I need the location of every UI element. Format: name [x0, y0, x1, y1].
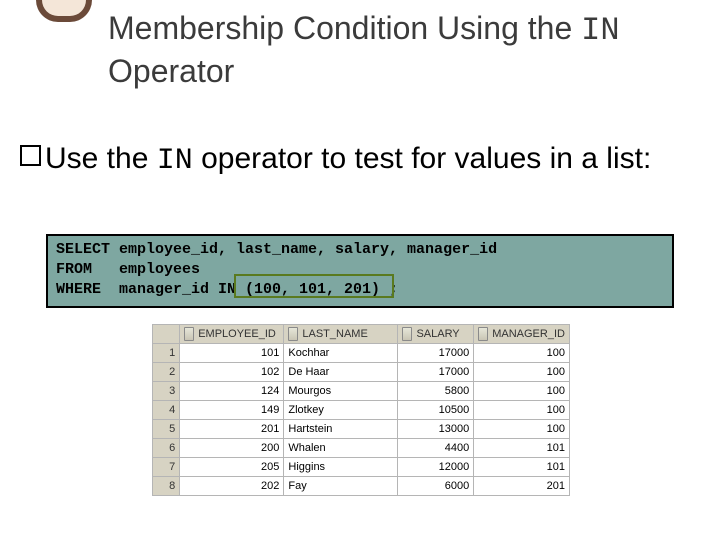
- col-manager-id-label: MANAGER_ID: [492, 328, 565, 340]
- cell-mgr: 101: [474, 439, 570, 458]
- cell-sal: 17000: [398, 344, 474, 363]
- column-grip-icon: [478, 327, 488, 341]
- cell-emp: 101: [180, 344, 284, 363]
- title-code: IN: [581, 12, 619, 49]
- column-grip-icon: [288, 327, 298, 341]
- table-row: 2102De Haar17000100: [153, 363, 570, 382]
- cell-emp: 124: [180, 382, 284, 401]
- cell-mgr: 100: [474, 363, 570, 382]
- col-salary-label: SALARY: [416, 328, 459, 340]
- sql-line-1: SELECT employee_id, last_name, salary, m…: [56, 241, 497, 258]
- cell-last: De Haar: [284, 363, 398, 382]
- table-row: 1101Kochhar17000100: [153, 344, 570, 363]
- cell-rownum: 3: [153, 382, 180, 401]
- sql-line-2: FROM employees: [56, 261, 200, 278]
- table-header-row: EMPLOYEE_ID LAST_NAME SALARY MANAGER_ID: [153, 325, 570, 344]
- cell-rownum: 2: [153, 363, 180, 382]
- cell-rownum: 4: [153, 401, 180, 420]
- bullet-line: Use the IN operator to test for values i…: [20, 140, 700, 180]
- cell-sal: 6000: [398, 477, 474, 496]
- cell-emp: 201: [180, 420, 284, 439]
- table-row: 3124Mourgos5800100: [153, 382, 570, 401]
- bullet-box-icon: [20, 145, 41, 166]
- cell-emp: 200: [180, 439, 284, 458]
- results-body: 1101Kochhar17000100 2102De Haar17000100 …: [153, 344, 570, 496]
- cell-sal: 17000: [398, 363, 474, 382]
- bullet-post: operator to test for values in a list:: [193, 142, 652, 175]
- cell-emp: 149: [180, 401, 284, 420]
- cell-last: Zlotkey: [284, 401, 398, 420]
- col-employee-id-label: EMPLOYEE_ID: [198, 328, 276, 340]
- table-row: 4149Zlotkey10500100: [153, 401, 570, 420]
- cell-sal: 13000: [398, 420, 474, 439]
- bullet-code: IN: [157, 144, 193, 178]
- cell-mgr: 100: [474, 401, 570, 420]
- slide-decoration: [36, 0, 92, 22]
- table-row: 7205Higgins12000101: [153, 458, 570, 477]
- bullet-pre: Use the: [45, 142, 157, 175]
- cell-sal: 10500: [398, 401, 474, 420]
- title-text-post2: Operator: [108, 53, 234, 89]
- table-row: 5201Hartstein13000100: [153, 420, 570, 439]
- cell-rownum: 8: [153, 477, 180, 496]
- cell-emp: 205: [180, 458, 284, 477]
- cell-sal: 5800: [398, 382, 474, 401]
- title-text-pre: Membership Condition Using the: [108, 10, 581, 46]
- cell-mgr: 201: [474, 477, 570, 496]
- highlight-in-clause: [234, 274, 394, 298]
- col-salary: SALARY: [398, 325, 474, 344]
- cell-last: Fay: [284, 477, 398, 496]
- results-table: EMPLOYEE_ID LAST_NAME SALARY MANAGER_ID …: [152, 324, 570, 496]
- col-employee-id: EMPLOYEE_ID: [180, 325, 284, 344]
- col-rownum: [153, 325, 180, 344]
- cell-rownum: 5: [153, 420, 180, 439]
- cell-rownum: 6: [153, 439, 180, 458]
- col-last-name-label: LAST_NAME: [302, 328, 367, 340]
- col-last-name: LAST_NAME: [284, 325, 398, 344]
- cell-emp: 202: [180, 477, 284, 496]
- cell-mgr: 100: [474, 382, 570, 401]
- cell-last: Kochhar: [284, 344, 398, 363]
- column-grip-icon: [402, 327, 412, 341]
- table-row: 6200Whalen4400101: [153, 439, 570, 458]
- cell-rownum: 7: [153, 458, 180, 477]
- cell-last: Higgins: [284, 458, 398, 477]
- cell-last: Hartstein: [284, 420, 398, 439]
- column-grip-icon: [184, 327, 194, 341]
- table-row: 8202Fay6000201: [153, 477, 570, 496]
- cell-last: Mourgos: [284, 382, 398, 401]
- cell-sal: 4400: [398, 439, 474, 458]
- col-manager-id: MANAGER_ID: [474, 325, 570, 344]
- slide-title: Membership Condition Using the IN Operat…: [108, 8, 712, 91]
- cell-mgr: 101: [474, 458, 570, 477]
- cell-mgr: 100: [474, 420, 570, 439]
- cell-last: Whalen: [284, 439, 398, 458]
- cell-rownum: 1: [153, 344, 180, 363]
- cell-sal: 12000: [398, 458, 474, 477]
- cell-emp: 102: [180, 363, 284, 382]
- cell-mgr: 100: [474, 344, 570, 363]
